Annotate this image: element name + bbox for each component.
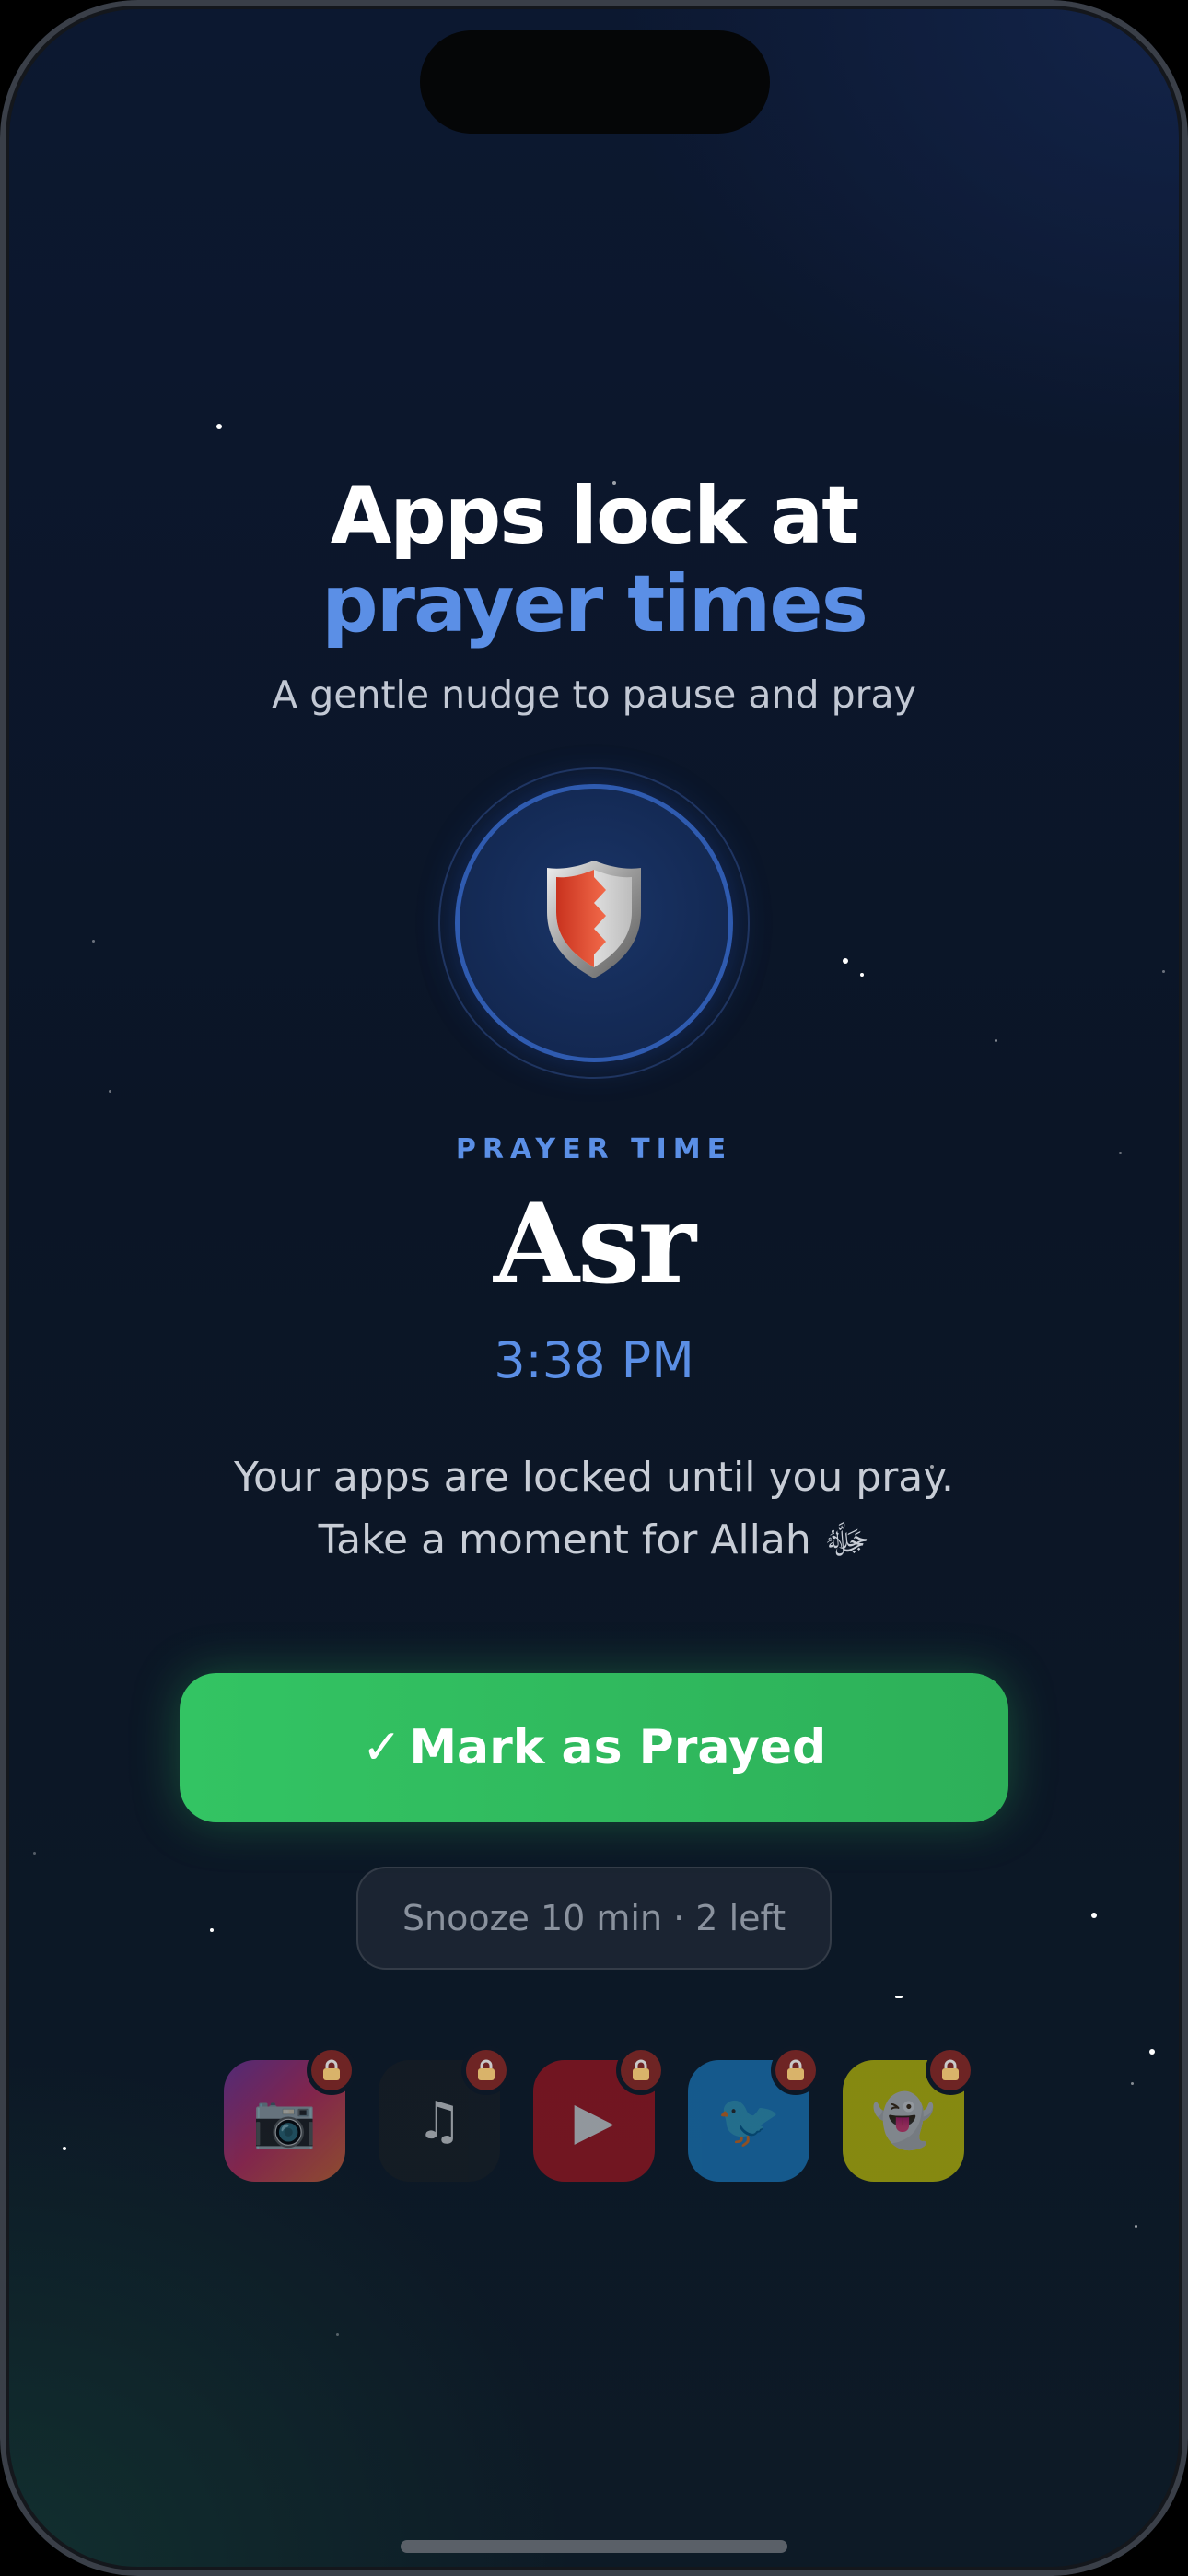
star bbox=[1091, 1913, 1097, 1918]
subtitle: A gentle nudge to pause and pray bbox=[272, 673, 916, 717]
star bbox=[1135, 2225, 1137, 2228]
star bbox=[895, 1996, 903, 1998]
lock-badge-icon bbox=[616, 2045, 666, 2095]
mark-as-prayed-label: Mark as Prayed bbox=[409, 1720, 827, 1775]
checkmark-icon: ✓ bbox=[361, 1720, 402, 1775]
star bbox=[33, 1852, 36, 1855]
headline-line-2: prayer times bbox=[321, 558, 868, 650]
star bbox=[860, 973, 864, 977]
star bbox=[210, 1928, 214, 1932]
star bbox=[843, 958, 848, 964]
lock-message-line-2: Take a moment for Allah ﷻ bbox=[318, 1516, 870, 1563]
prayer-clock-time: 3:38 PM bbox=[494, 1331, 694, 1389]
lock-badge-icon bbox=[771, 2045, 821, 2095]
star bbox=[1149, 2049, 1155, 2055]
music-icon: ♫ bbox=[415, 2090, 463, 2151]
star bbox=[92, 940, 95, 943]
lock-badge-icon bbox=[926, 2045, 975, 2095]
snooze-button[interactable]: Snooze 10 min · 2 left bbox=[356, 1867, 832, 1970]
star bbox=[1162, 970, 1165, 973]
prayer-time-label: PRAYER TIME bbox=[455, 1133, 733, 1165]
star bbox=[109, 1090, 111, 1093]
camera-icon: 📷 bbox=[252, 2091, 317, 2151]
star bbox=[336, 2333, 339, 2336]
lock-badge-icon bbox=[307, 2045, 356, 2095]
mark-as-prayed-button[interactable]: ✓ Mark as Prayed bbox=[180, 1673, 1008, 1822]
lock-badge-icon bbox=[461, 2045, 511, 2095]
star bbox=[216, 424, 222, 429]
snooze-label: Snooze 10 min · 2 left bbox=[402, 1898, 786, 1938]
star bbox=[995, 1039, 997, 1042]
headline-line-1: Apps lock at bbox=[330, 470, 860, 562]
dynamic-island bbox=[420, 30, 770, 134]
locked-apps-row: 📷 ♫ ▶ 🐦 👻 bbox=[0, 2045, 1188, 2189]
play-icon: ▶ bbox=[574, 2090, 614, 2151]
shield-icon bbox=[547, 861, 641, 978]
ghost-icon: 👻 bbox=[871, 2091, 936, 2151]
home-indicator[interactable] bbox=[401, 2540, 787, 2553]
lock-message-line-1: Your apps are locked until you pray. bbox=[233, 1454, 955, 1501]
lock-screen: Apps lock at prayer times A gentle nudge… bbox=[0, 0, 1188, 2576]
bird-icon: 🐦 bbox=[716, 2091, 781, 2151]
prayer-name: Asr bbox=[494, 1179, 696, 1309]
